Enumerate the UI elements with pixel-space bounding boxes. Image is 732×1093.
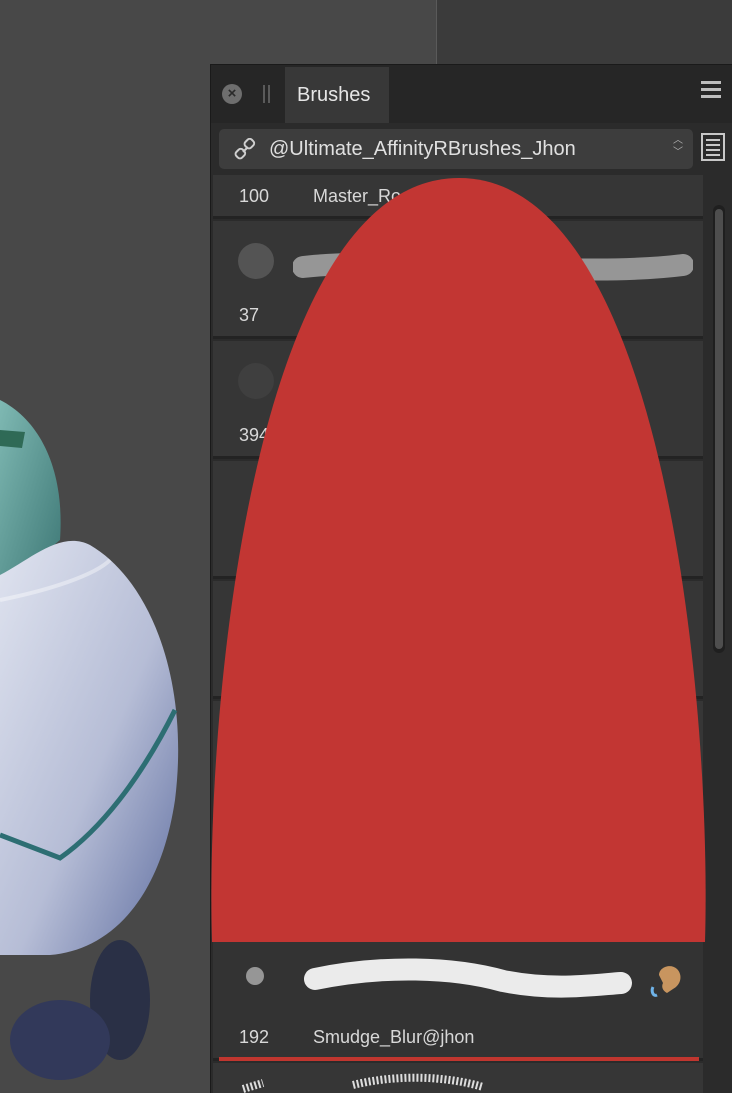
red-overlay-shape <box>211 178 706 942</box>
